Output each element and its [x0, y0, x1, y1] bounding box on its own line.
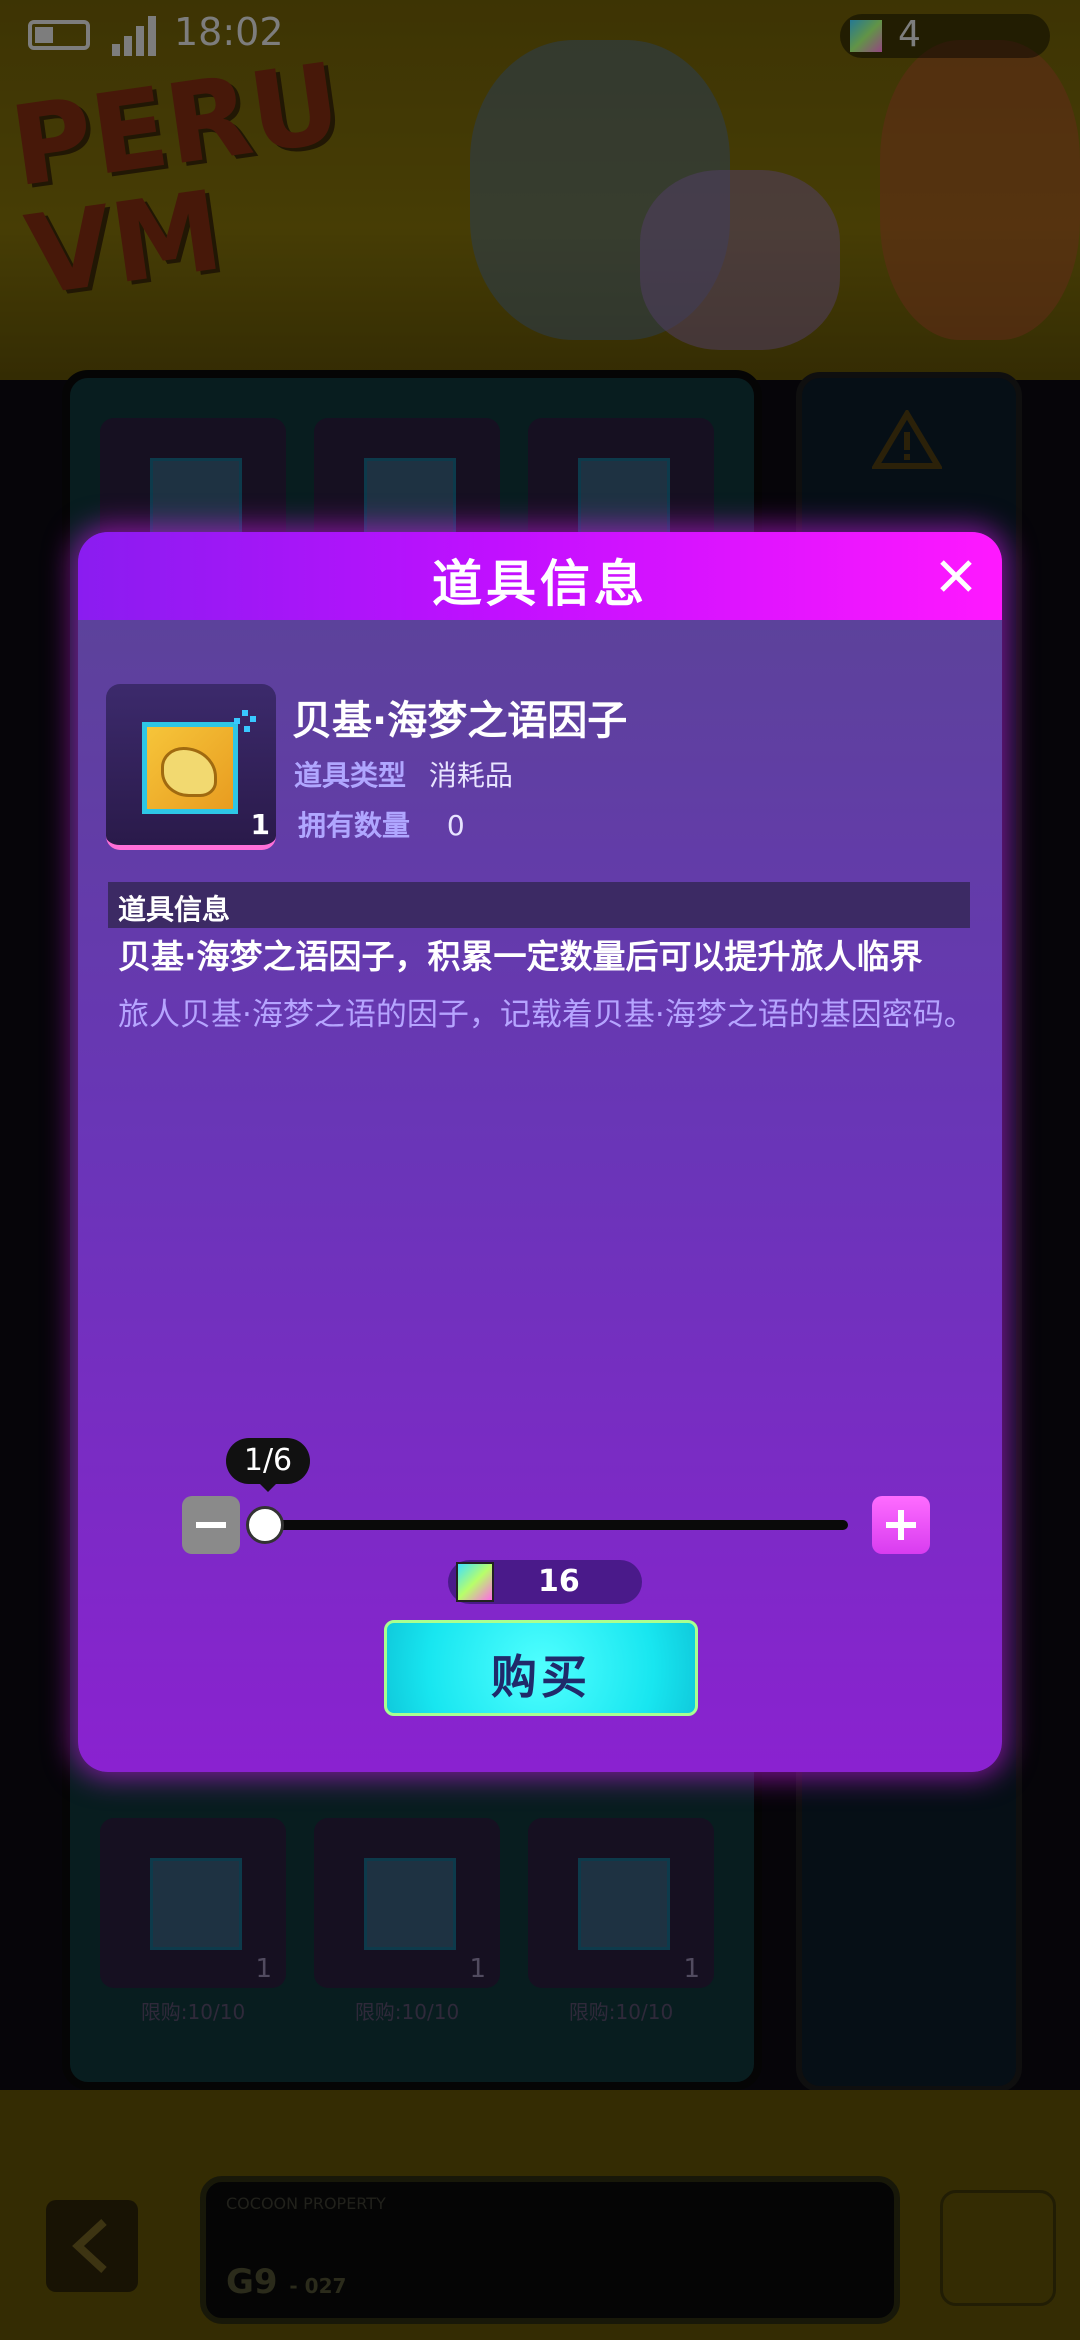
item-name: 贝基·海梦之语因子: [292, 698, 628, 744]
dialog-header: 道具信息: [78, 532, 1002, 620]
decrease-quantity-button[interactable]: [182, 1496, 240, 1554]
buy-button-label: 购买: [491, 1650, 591, 1704]
item-description-sub: 旅人贝基·海梦之语的因子，记载着贝基·海梦之语的基因密码。: [118, 997, 975, 1033]
section-header: 道具信息: [108, 882, 970, 928]
close-icon[interactable]: [932, 552, 980, 600]
dialog-title: 道具信息: [432, 555, 648, 613]
owned-count-value: 0: [446, 809, 465, 842]
quantity-slider[interactable]: [264, 1520, 848, 1530]
slider-handle[interactable]: [246, 1506, 284, 1544]
price-value: 16: [538, 1564, 580, 1599]
item-stack-count: 1: [250, 808, 270, 841]
increase-quantity-button[interactable]: [872, 1496, 930, 1554]
buy-button[interactable]: 购买: [384, 1620, 698, 1716]
quantity-indicator: 1/6: [226, 1438, 310, 1492]
price-display: 16: [448, 1560, 642, 1604]
item-description-main: 贝基·海梦之语因子，积累一定数量后可以提升旅人临界: [118, 937, 923, 976]
item-icon-box: 1: [106, 684, 276, 850]
item-info-dialog: 道具信息 1 贝基·海梦之语因子 道具类型 消耗品 拥有数量 0 道具信息 贝基…: [78, 532, 1002, 1772]
item-type-value: 消耗品: [428, 759, 513, 792]
owned-count-row: 拥有数量 0: [298, 804, 465, 844]
sparkle-icon: [234, 710, 256, 732]
section-title: 道具信息: [118, 893, 231, 926]
gem-icon: [456, 1562, 494, 1602]
item-type-row: 道具类型 消耗品: [294, 754, 513, 794]
owned-count-label: 拥有数量: [298, 809, 411, 842]
item-type-label: 道具类型: [294, 759, 407, 792]
